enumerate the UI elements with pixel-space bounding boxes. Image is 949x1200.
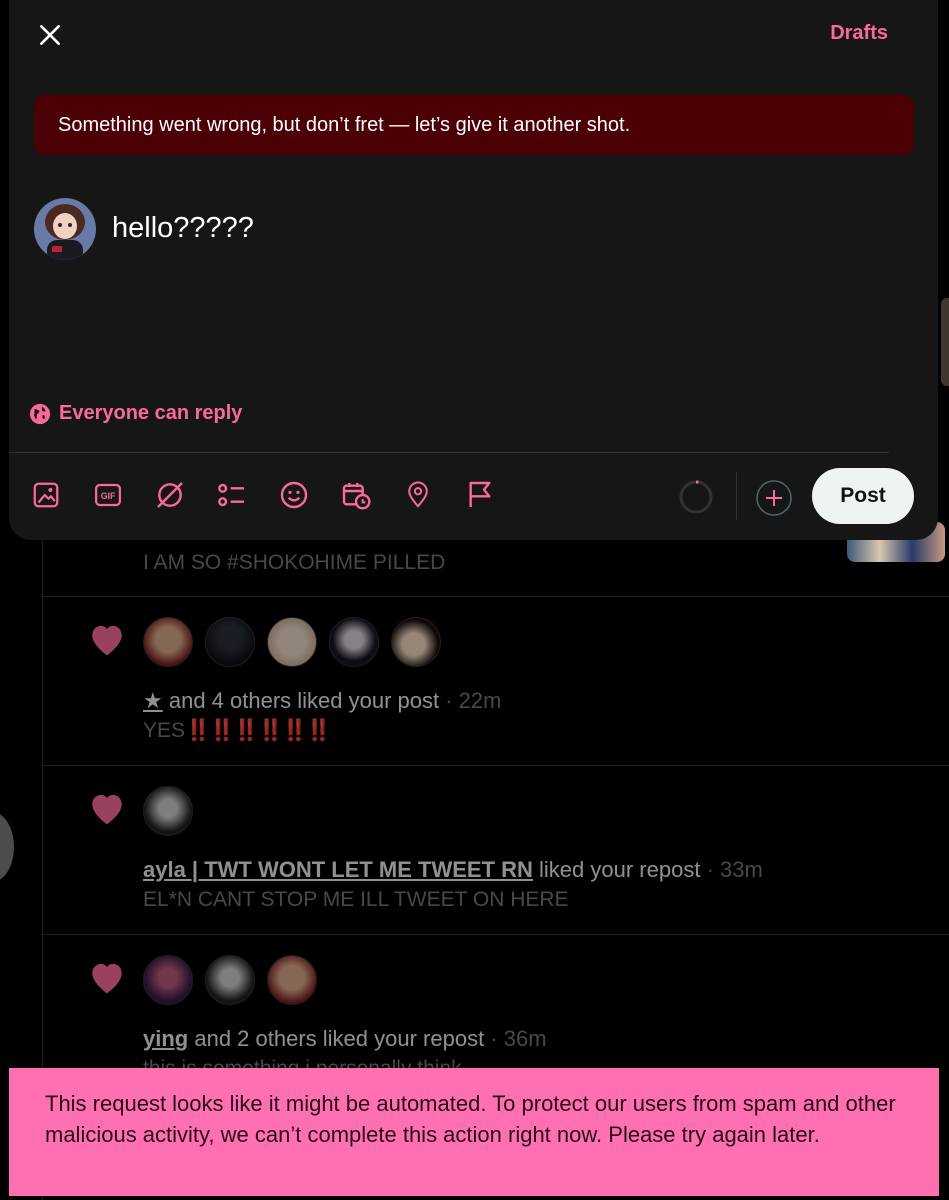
divider [9, 452, 889, 453]
notification-line: ★ and 4 others liked your post · 22m [143, 688, 502, 713]
heart-icon [92, 625, 122, 656]
notification-post-text: YES‼️‼️‼️‼️‼️‼️ [143, 719, 332, 742]
avatar[interactable] [205, 955, 255, 1005]
globe-icon [29, 403, 51, 424]
avatar[interactable] [143, 786, 193, 836]
svg-text:GIF: GIF [101, 491, 116, 501]
notification-line: ayla | TWT WONT LET ME TWEET RN liked yo… [143, 857, 763, 882]
liker-avatars [143, 955, 317, 1005]
gif-button[interactable]: GIF [91, 472, 125, 518]
avatar[interactable] [143, 617, 193, 667]
avatar[interactable] [143, 955, 193, 1005]
user-link[interactable]: ★ [143, 688, 163, 713]
notification-item[interactable]: ★ and 4 others liked your post · 22m YES… [43, 597, 949, 766]
user-link[interactable]: ayla | TWT WONT LET ME TWEET RN [143, 857, 533, 882]
drafts-button[interactable]: Drafts [830, 22, 888, 45]
avatar[interactable] [329, 617, 379, 667]
media-button[interactable] [29, 472, 63, 518]
avatar[interactable] [34, 198, 96, 260]
poll-button[interactable] [215, 472, 249, 518]
notification-line: ying and 2 others liked your repost · 36… [143, 1026, 547, 1051]
heart-icon [92, 963, 122, 994]
emoji-button[interactable] [277, 472, 311, 518]
error-toast: This request looks like it might be auto… [9, 1068, 939, 1196]
avatar[interactable] [391, 617, 441, 667]
avatar[interactable] [205, 617, 255, 667]
heart-icon [92, 794, 122, 825]
background-avatar [0, 812, 14, 882]
notification-post-text: EL*N CANT STOP ME ILL TWEET ON HERE [143, 888, 569, 911]
post-textarea[interactable]: hello????? [112, 212, 254, 245]
location-icon [408, 481, 428, 508]
liker-avatars [143, 617, 441, 667]
avatar[interactable] [267, 955, 317, 1005]
post-button[interactable]: Post [812, 468, 914, 524]
image-icon [33, 482, 59, 508]
user-link[interactable]: ying [143, 1026, 188, 1051]
liker-avatars [143, 786, 193, 836]
error-banner: Something went wrong, but don’t fret — l… [34, 95, 914, 155]
character-count-progress [679, 480, 713, 514]
compose-modal: Drafts Something went wrong, but don’t f… [9, 0, 938, 540]
composer-toolbar: GIF [29, 472, 497, 518]
emoji-icon [280, 481, 308, 509]
grok-button[interactable] [153, 472, 187, 518]
poll-icon [218, 483, 244, 507]
gif-icon: GIF [95, 483, 121, 507]
notification-item[interactable]: ayla | TWT WONT LET ME TWEET RN liked yo… [43, 766, 949, 935]
schedule-button[interactable] [339, 472, 373, 518]
page: I AM SO #SHOKOHIME PILLED ★ and 4 others… [0, 0, 949, 1200]
toolbar-separator [736, 472, 737, 520]
location-button[interactable] [401, 472, 435, 518]
schedule-icon [342, 483, 371, 510]
user-avatar-image [34, 198, 96, 260]
notification-post-text: I AM SO #SHOKOHIME PILLED [143, 551, 446, 574]
reply-setting-label: Everyone can reply [59, 402, 243, 424]
tag-button[interactable] [463, 472, 497, 518]
grok-icon [157, 482, 183, 508]
add-post-icon[interactable] [755, 479, 793, 517]
flag-icon [469, 481, 491, 507]
close-icon[interactable] [37, 22, 63, 48]
avatar[interactable] [267, 617, 317, 667]
double-exclamation-emoji: ‼️‼️‼️‼️‼️‼️ [185, 719, 332, 742]
reply-setting-button[interactable]: Everyone can reply [29, 402, 242, 425]
